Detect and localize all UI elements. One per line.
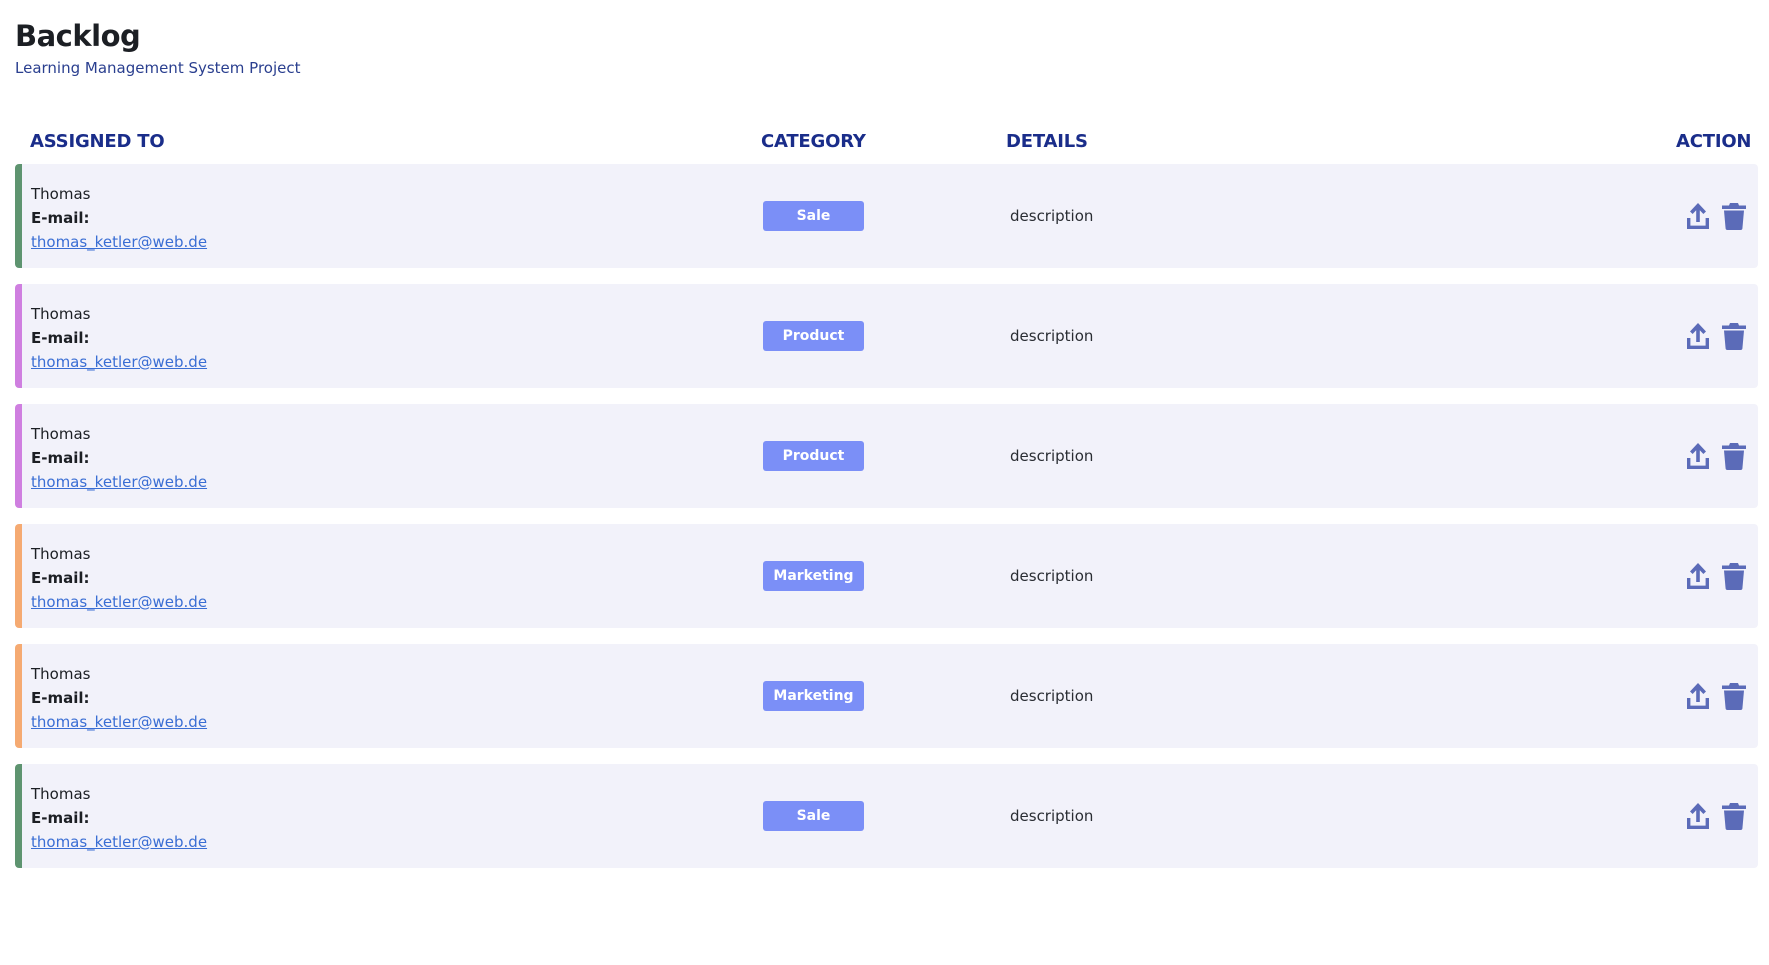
email-label: E-mail: xyxy=(31,569,90,587)
assignee-name: Thomas xyxy=(31,305,91,323)
assignee-info: Thomas E-mail: thomas_ketler@web.de xyxy=(31,782,207,854)
row-actions xyxy=(1683,320,1749,352)
trash-icon[interactable] xyxy=(1719,440,1749,472)
upload-icon[interactable] xyxy=(1683,320,1713,352)
assignee-info: Thomas E-mail: thomas_ketler@web.de xyxy=(31,542,207,614)
page-header: Backlog Learning Management System Proje… xyxy=(15,19,301,78)
backlog-row: Thomas E-mail: thomas_ketler@web.de Sale… xyxy=(15,164,1758,268)
assignee-name: Thomas xyxy=(31,545,91,563)
assignee-name: Thomas xyxy=(31,665,91,683)
row-actions xyxy=(1683,200,1749,232)
details-text: description xyxy=(1010,327,1094,345)
backlog-table: Thomas E-mail: thomas_ketler@web.de Sale… xyxy=(15,164,1758,884)
email-link[interactable]: thomas_ketler@web.de xyxy=(31,593,207,611)
email-label: E-mail: xyxy=(31,809,90,827)
category-badge[interactable]: Product xyxy=(763,441,864,471)
trash-icon[interactable] xyxy=(1719,320,1749,352)
backlog-row: Thomas E-mail: thomas_ketler@web.de Mark… xyxy=(15,524,1758,628)
row-actions xyxy=(1683,560,1749,592)
table-header: ASSIGNED TO CATEGORY DETAILS ACTION xyxy=(0,130,1769,154)
column-header-assigned-to: ASSIGNED TO xyxy=(30,131,165,152)
email-link[interactable]: thomas_ketler@web.de xyxy=(31,233,207,251)
assignee-info: Thomas E-mail: thomas_ketler@web.de xyxy=(31,182,207,254)
upload-icon[interactable] xyxy=(1683,800,1713,832)
email-label: E-mail: xyxy=(31,689,90,707)
assignee-info: Thomas E-mail: thomas_ketler@web.de xyxy=(31,422,207,494)
row-actions xyxy=(1683,680,1749,712)
backlog-row: Thomas E-mail: thomas_ketler@web.de Mark… xyxy=(15,644,1758,748)
details-text: description xyxy=(1010,447,1094,465)
details-text: description xyxy=(1010,567,1094,585)
backlog-row: Thomas E-mail: thomas_ketler@web.de Prod… xyxy=(15,284,1758,388)
email-label: E-mail: xyxy=(31,209,90,227)
backlog-row: Thomas E-mail: thomas_ketler@web.de Prod… xyxy=(15,404,1758,508)
trash-icon[interactable] xyxy=(1719,200,1749,232)
assignee-name: Thomas xyxy=(31,185,91,203)
trash-icon[interactable] xyxy=(1719,560,1749,592)
details-text: description xyxy=(1010,807,1094,825)
email-link[interactable]: thomas_ketler@web.de xyxy=(31,353,207,371)
page-title: Backlog xyxy=(15,19,141,53)
category-badge[interactable]: Product xyxy=(763,321,864,351)
upload-icon[interactable] xyxy=(1683,560,1713,592)
row-actions xyxy=(1683,440,1749,472)
details-text: description xyxy=(1010,687,1094,705)
category-badge[interactable]: Marketing xyxy=(763,561,864,591)
email-link[interactable]: thomas_ketler@web.de xyxy=(31,713,207,731)
email-link[interactable]: thomas_ketler@web.de xyxy=(31,833,207,851)
assignee-info: Thomas E-mail: thomas_ketler@web.de xyxy=(31,662,207,734)
upload-icon[interactable] xyxy=(1683,680,1713,712)
category-badge[interactable]: Marketing xyxy=(763,681,864,711)
backlog-page: Backlog Learning Management System Proje… xyxy=(0,0,1769,965)
email-label: E-mail: xyxy=(31,449,90,467)
column-header-action: ACTION xyxy=(1676,131,1752,152)
category-badge[interactable]: Sale xyxy=(763,201,864,231)
assignee-name: Thomas xyxy=(31,425,91,443)
row-actions xyxy=(1683,800,1749,832)
category-badge[interactable]: Sale xyxy=(763,801,864,831)
project-subtitle: Learning Management System Project xyxy=(15,59,301,78)
trash-icon[interactable] xyxy=(1719,800,1749,832)
column-header-details: DETAILS xyxy=(1006,131,1088,152)
backlog-row: Thomas E-mail: thomas_ketler@web.de Sale… xyxy=(15,764,1758,868)
column-header-category: CATEGORY xyxy=(761,131,866,152)
email-label: E-mail: xyxy=(31,329,90,347)
upload-icon[interactable] xyxy=(1683,200,1713,232)
details-text: description xyxy=(1010,207,1094,225)
assignee-info: Thomas E-mail: thomas_ketler@web.de xyxy=(31,302,207,374)
upload-icon[interactable] xyxy=(1683,440,1713,472)
assignee-name: Thomas xyxy=(31,785,91,803)
trash-icon[interactable] xyxy=(1719,680,1749,712)
email-link[interactable]: thomas_ketler@web.de xyxy=(31,473,207,491)
